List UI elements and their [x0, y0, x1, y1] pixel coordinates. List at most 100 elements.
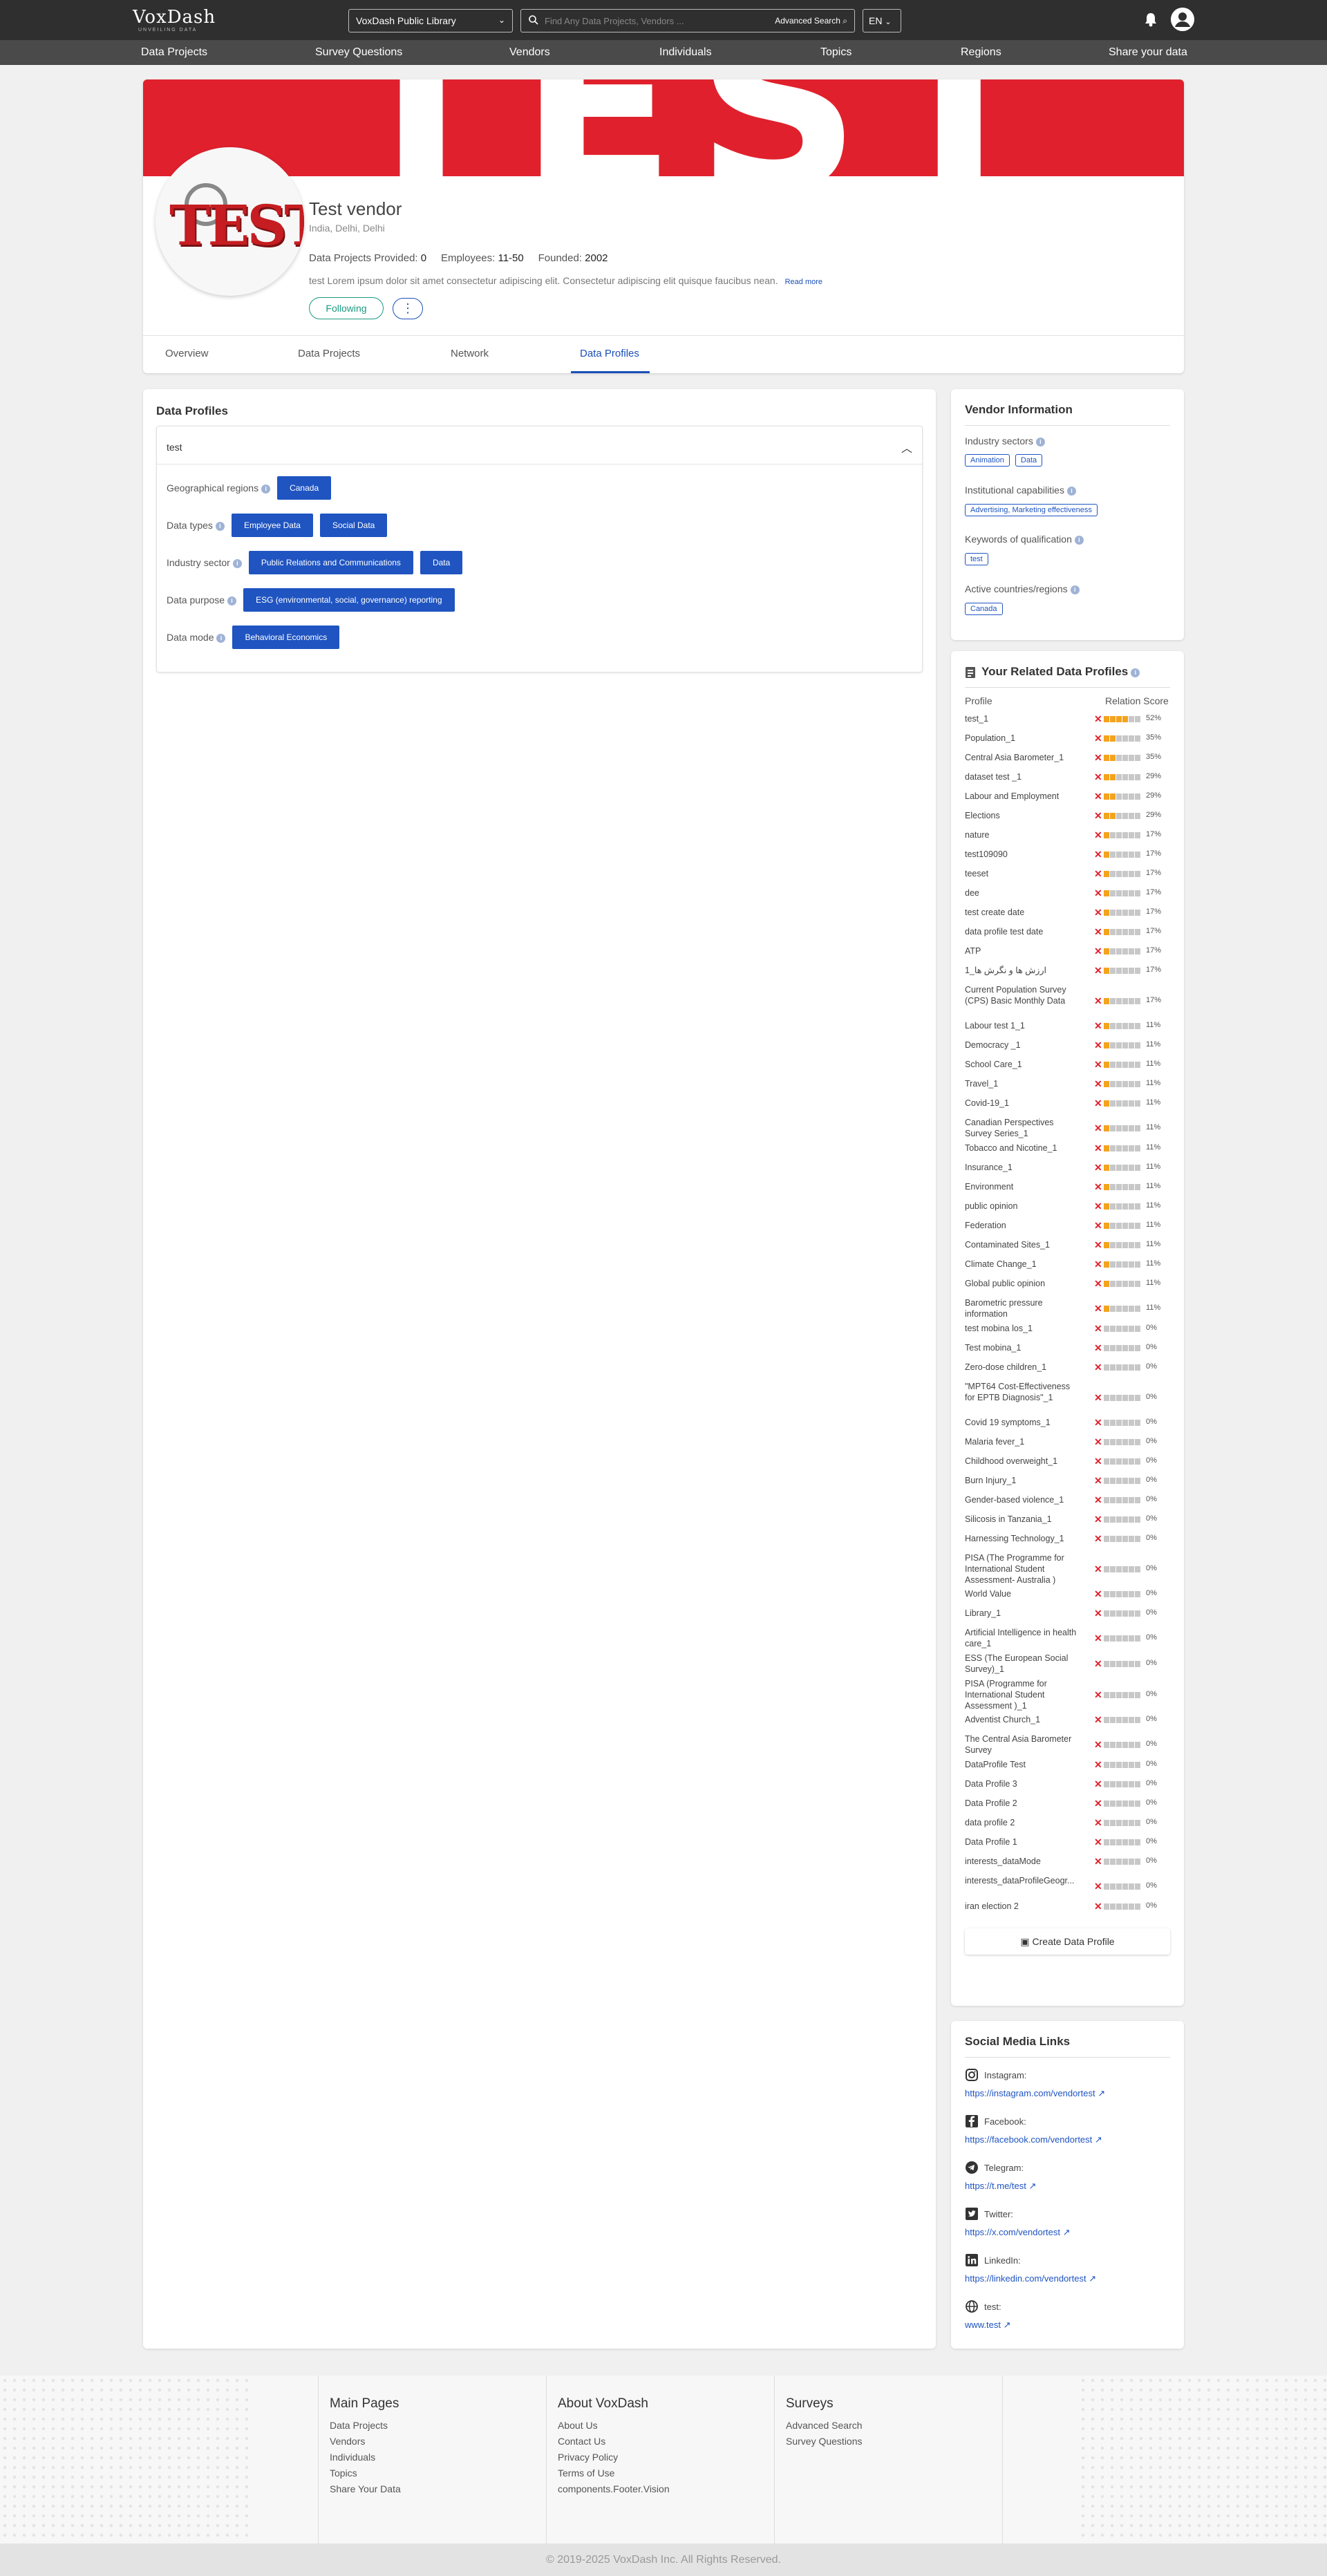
nav-item-topics[interactable]: Topics — [820, 46, 851, 59]
related-profile-name[interactable]: Covid-19_1 — [965, 1098, 1082, 1109]
related-profile-row[interactable]: iran election 2 ✕ 0% — [965, 1901, 1172, 1920]
nav-item-share-your-data[interactable]: Share your data — [1109, 46, 1187, 59]
related-profile-row[interactable]: World Value ✕ 0% — [965, 1588, 1172, 1608]
footer-link[interactable]: Privacy Policy — [558, 2452, 774, 2463]
nav-item-vendors[interactable]: Vendors — [509, 46, 550, 59]
footer-link[interactable]: Contact Us — [558, 2436, 774, 2447]
related-profile-row[interactable]: test create date ✕ 17% — [965, 907, 1172, 926]
related-profile-name[interactable]: data profile 2 — [965, 1817, 1082, 1828]
logo[interactable]: VoxDash — [133, 7, 216, 28]
remove-icon[interactable]: ✕ — [1094, 1456, 1102, 1467]
related-profile-name[interactable]: Environment — [965, 1181, 1082, 1192]
remove-icon[interactable]: ✕ — [1094, 946, 1102, 957]
remove-icon[interactable]: ✕ — [1094, 713, 1102, 725]
nav-item-regions[interactable]: Regions — [961, 46, 1001, 59]
footer-link[interactable]: components.Footer.Vision — [558, 2483, 774, 2494]
related-profile-name[interactable]: teeset — [965, 868, 1082, 879]
remove-icon[interactable]: ✕ — [1094, 1856, 1102, 1868]
footer-link[interactable]: Topics — [330, 2467, 546, 2479]
related-profile-row[interactable]: nature ✕ 17% — [965, 829, 1172, 849]
remove-icon[interactable]: ✕ — [1094, 1362, 1102, 1373]
related-profile-row[interactable]: Childhood overweight_1 ✕ 0% — [965, 1456, 1172, 1475]
remove-icon[interactable]: ✕ — [1094, 1078, 1102, 1090]
social-link[interactable]: https://instagram.com/vendortest ↗ — [965, 2088, 1105, 2099]
related-profile-name[interactable]: Gender-based violence_1 — [965, 1494, 1082, 1505]
related-profile-row[interactable]: Covid 19 symptoms_1 ✕ 0% — [965, 1417, 1172, 1436]
remove-icon[interactable]: ✕ — [1094, 1220, 1102, 1232]
related-profile-row[interactable]: Elections ✕ 29% — [965, 810, 1172, 829]
nav-item-individuals[interactable]: Individuals — [659, 46, 712, 59]
nav-item-data-projects[interactable]: Data Projects — [141, 46, 207, 59]
related-profile-name[interactable]: Tobacco and Nicotine_1 — [965, 1143, 1082, 1154]
related-profile-name[interactable]: Library_1 — [965, 1608, 1082, 1619]
remove-icon[interactable]: ✕ — [1094, 1303, 1102, 1315]
footer-link[interactable]: Individuals — [330, 2452, 546, 2463]
related-profile-row[interactable]: PISA (Programme for International Studen… — [965, 1678, 1172, 1714]
related-profile-row[interactable]: test mobina los_1 ✕ 0% — [965, 1323, 1172, 1342]
remove-icon[interactable]: ✕ — [1094, 829, 1102, 841]
info-icon[interactable]: i — [1035, 438, 1045, 446]
chip[interactable]: Public Relations and Communications — [248, 551, 413, 574]
related-profile-name[interactable]: Data Profile 2 — [965, 1798, 1082, 1809]
remove-icon[interactable]: ✕ — [1094, 1633, 1102, 1644]
related-profile-row[interactable]: The Central Asia Barometer Survey ✕ 0% — [965, 1733, 1172, 1759]
remove-icon[interactable]: ✕ — [1094, 733, 1102, 744]
remove-icon[interactable]: ✕ — [1094, 1514, 1102, 1525]
related-profile-row[interactable]: dataset test _1 ✕ 29% — [965, 771, 1172, 791]
chip[interactable]: Employee Data — [231, 514, 313, 537]
related-profile-name[interactable]: Adventist Church_1 — [965, 1714, 1082, 1725]
info-icon[interactable]: i — [1066, 487, 1076, 496]
remove-icon[interactable]: ✕ — [1094, 771, 1102, 783]
related-profile-row[interactable]: Insurance_1 ✕ 11% — [965, 1162, 1172, 1181]
related-profile-row[interactable]: Library_1 ✕ 0% — [965, 1608, 1172, 1627]
related-profile-row[interactable]: Central Asia Barometer_1 ✕ 35% — [965, 752, 1172, 771]
remove-icon[interactable]: ✕ — [1094, 887, 1102, 899]
remove-icon[interactable]: ✕ — [1094, 995, 1102, 1007]
info-icon[interactable]: i — [215, 522, 225, 531]
info-icon[interactable]: i — [227, 596, 237, 605]
related-profile-name[interactable]: interests_dataMode — [965, 1856, 1082, 1867]
related-profile-name[interactable]: ESS (The European Social Survey)_1 — [965, 1653, 1082, 1675]
footer-link[interactable]: Terms of Use — [558, 2467, 774, 2479]
tab-data-profiles[interactable]: Data Profiles — [580, 348, 639, 359]
social-link[interactable]: https://linkedin.com/vendortest ↗ — [965, 2273, 1096, 2284]
info-icon[interactable]: i — [1131, 668, 1140, 677]
remove-icon[interactable]: ✕ — [1094, 1436, 1102, 1448]
remove-icon[interactable]: ✕ — [1094, 810, 1102, 822]
related-profile-row[interactable]: Federation ✕ 11% — [965, 1220, 1172, 1239]
remove-icon[interactable]: ✕ — [1094, 1040, 1102, 1051]
related-profile-row[interactable]: "MPT64 Cost-Effectiveness for EPTB Diagn… — [965, 1381, 1172, 1417]
remove-icon[interactable]: ✕ — [1094, 1714, 1102, 1726]
related-profile-name[interactable]: Artificial Intelligence in health care_1 — [965, 1627, 1082, 1649]
related-profile-row[interactable]: School Care_1 ✕ 11% — [965, 1059, 1172, 1078]
related-profile-row[interactable]: Barometric pressure information ✕ 11% — [965, 1297, 1172, 1323]
remove-icon[interactable]: ✕ — [1094, 1563, 1102, 1575]
tag[interactable]: Advertising, Marketing effectiveness — [965, 504, 1098, 516]
remove-icon[interactable]: ✕ — [1094, 849, 1102, 861]
related-profile-row[interactable]: Harnessing Technology_1 ✕ 0% — [965, 1533, 1172, 1552]
related-profile-row[interactable]: dee ✕ 17% — [965, 887, 1172, 907]
remove-icon[interactable]: ✕ — [1094, 1533, 1102, 1545]
related-profile-name[interactable]: nature — [965, 829, 1082, 840]
related-profile-row[interactable]: Burn Injury_1 ✕ 0% — [965, 1475, 1172, 1494]
remove-icon[interactable]: ✕ — [1094, 1608, 1102, 1619]
related-profile-row[interactable]: Artificial Intelligence in health care_1… — [965, 1627, 1172, 1653]
related-profile-row[interactable]: interests_dataMode ✕ 0% — [965, 1856, 1172, 1875]
library-select[interactable]: VoxDash Public Library ⌄ — [348, 9, 513, 32]
tag[interactable]: Data — [1015, 454, 1043, 467]
info-icon[interactable]: i — [1074, 536, 1084, 545]
remove-icon[interactable]: ✕ — [1094, 1494, 1102, 1506]
remove-icon[interactable]: ✕ — [1094, 1143, 1102, 1154]
related-profile-row[interactable]: Adventist Church_1 ✕ 0% — [965, 1714, 1172, 1733]
related-profile-row[interactable]: Canadian Perspectives Survey Series_1 ✕ 11… — [965, 1117, 1172, 1143]
related-profile-name[interactable]: public opinion — [965, 1201, 1082, 1212]
related-profile-name[interactable]: Data Profile 1 — [965, 1836, 1082, 1848]
related-profile-name[interactable]: data profile test date — [965, 926, 1082, 937]
remove-icon[interactable]: ✕ — [1094, 1759, 1102, 1771]
related-profile-row[interactable]: Labour test 1_1 ✕ 11% — [965, 1020, 1172, 1040]
tab-overview[interactable]: Overview — [165, 348, 209, 359]
language-select[interactable]: EN ⌄ — [863, 9, 901, 32]
remove-icon[interactable]: ✕ — [1094, 1836, 1102, 1848]
remove-icon[interactable]: ✕ — [1094, 1020, 1102, 1032]
related-profile-row[interactable]: Tobacco and Nicotine_1 ✕ 11% — [965, 1143, 1172, 1162]
